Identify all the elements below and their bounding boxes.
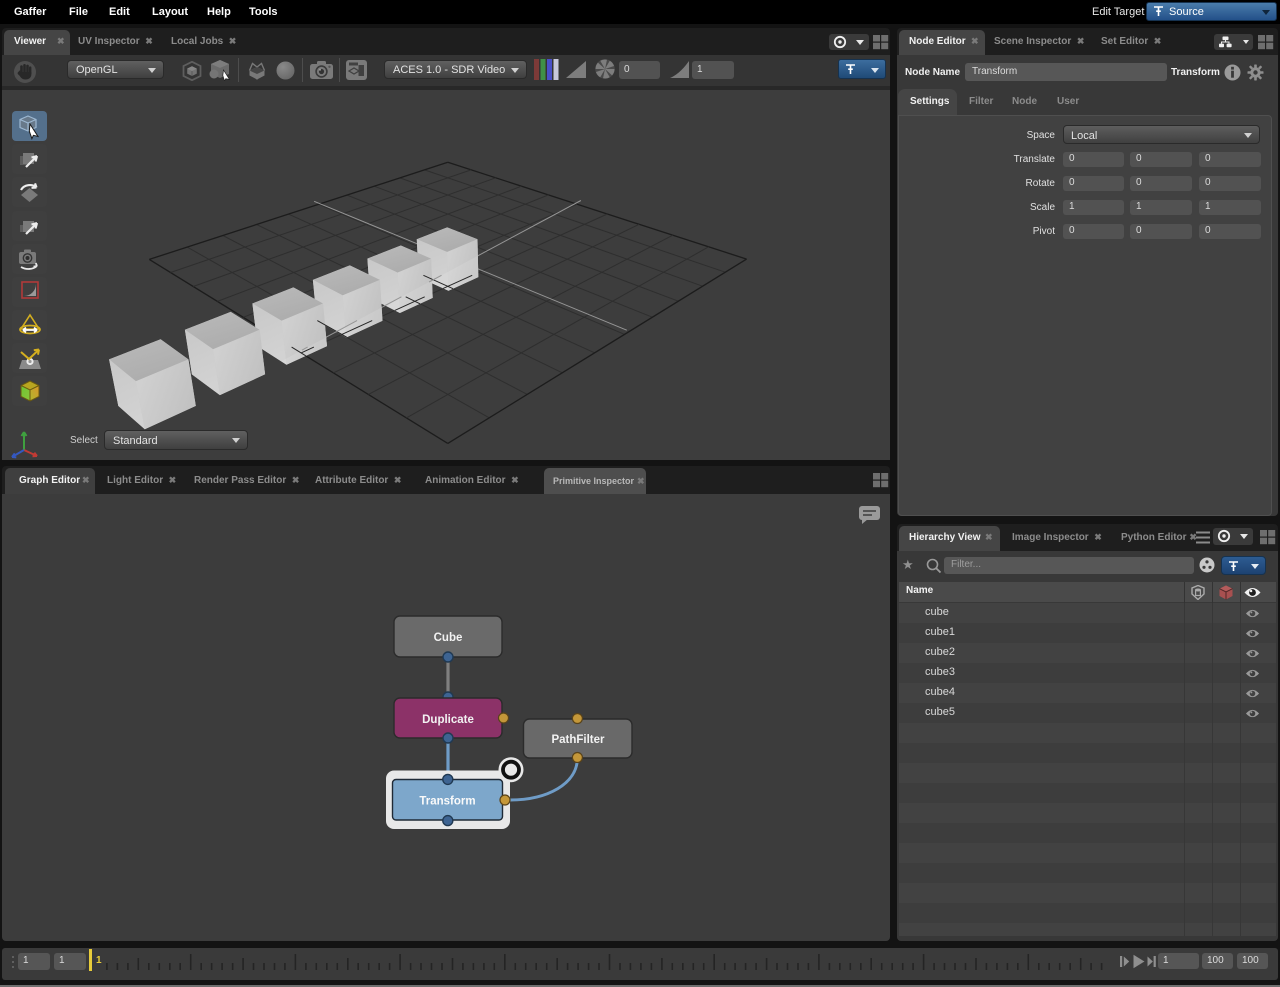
svg-text:Cube: Cube [434, 632, 463, 644]
svg-text:PathFilter: PathFilter [551, 734, 605, 746]
svg-text:Duplicate: Duplicate [422, 714, 474, 726]
svg-text:Transform: Transform [419, 796, 475, 808]
